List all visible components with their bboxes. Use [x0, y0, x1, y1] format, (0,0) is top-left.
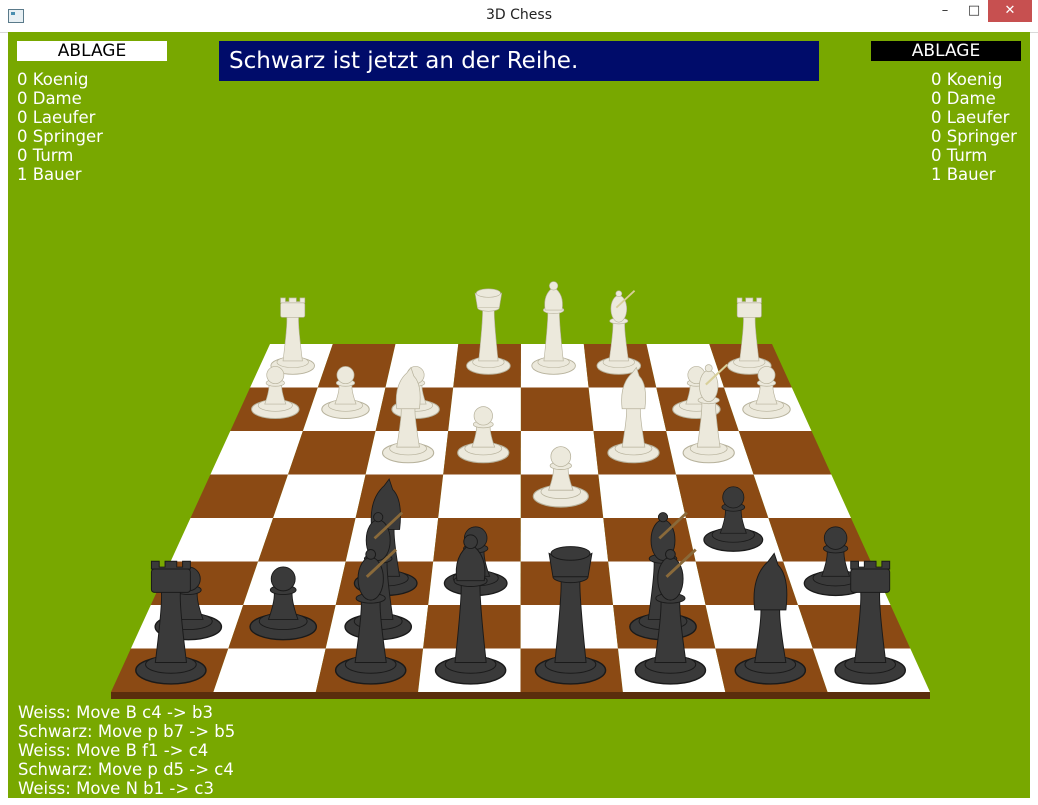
captured-counts-white: 0 Koenig 0 Dame 0 Laeufer 0 Springer 0 Turm 1… [17, 70, 103, 184]
board-square[interactable] [288, 431, 376, 475]
move-log-entry: Weiss: Move B f1 -> c4 [18, 741, 209, 760]
captured-tray-white-label: ABLAGE [17, 41, 167, 61]
white-king-piece[interactable] [466, 288, 511, 375]
white-rook-piece[interactable] [270, 297, 315, 375]
white-rook-piece[interactable] [727, 297, 772, 375]
white-bishop-piece[interactable] [596, 289, 642, 375]
window-titlebar: 3D Chess – □ ✕ [0, 0, 1038, 33]
board-square[interactable] [598, 474, 686, 519]
board-square[interactable] [798, 605, 911, 649]
window-title: 3D Chess [486, 7, 552, 23]
board-square[interactable] [170, 518, 274, 562]
board-square[interactable] [190, 474, 289, 519]
maximize-button[interactable]: □ [957, 0, 991, 22]
captured-count-item: 0 Koenig [931, 70, 1003, 89]
close-button[interactable]: ✕ [988, 0, 1032, 22]
board-square[interactable] [738, 431, 832, 475]
captured-count-item: 0 Laeufer [931, 108, 1010, 127]
move-log-entry: Schwarz: Move p d5 -> c4 [18, 760, 234, 779]
board-edge [111, 692, 930, 699]
status-banner: Schwarz ist jetzt an der Reihe. [219, 41, 819, 81]
board-square[interactable] [210, 431, 303, 475]
captured-count-item: 0 Dame [17, 89, 82, 108]
board-square[interactable] [258, 518, 356, 562]
captured-count-item: 0 Dame [931, 89, 996, 108]
board-square[interactable] [768, 518, 871, 562]
board-square[interactable] [753, 474, 851, 519]
captured-counts-black: 0 Koenig 0 Dame 0 Laeufer 0 Springer 0 Turm 1… [931, 70, 1017, 184]
move-log-entry: Weiss: Move N b1 -> c3 [18, 779, 214, 798]
board-square[interactable] [213, 648, 326, 693]
captured-count-item: 0 Springer [17, 127, 103, 146]
captured-count-item: 0 Laeufer [17, 108, 96, 127]
board-square[interactable] [603, 518, 696, 562]
game-viewport[interactable]: ABLAGE 0 Koenig 0 Dame 0 Laeufer 0 Springer… [8, 32, 1030, 798]
board-square[interactable] [676, 474, 769, 519]
move-log: Weiss: Move B c4 -> b3 Schwarz: Move p b7… [18, 703, 235, 798]
white-queen-piece[interactable] [531, 281, 576, 375]
board-square[interactable] [520, 387, 594, 432]
captured-tray-black-label: ABLAGE [871, 41, 1021, 61]
captured-count-item: 1 Bauer [931, 165, 996, 184]
board-square[interactable] [273, 474, 366, 519]
board-square[interactable] [438, 474, 521, 519]
captured-count-item: 0 Turm [17, 146, 74, 165]
captured-count-item: 0 Springer [931, 127, 1017, 146]
move-log-entry: Weiss: Move B c4 -> b3 [18, 703, 213, 722]
captured-count-item: 0 Turm [931, 146, 988, 165]
chess-board-3d[interactable] [8, 32, 1030, 798]
move-log-entry: Schwarz: Move p b7 -> b5 [18, 722, 236, 741]
captured-count-item: 0 Koenig [17, 70, 89, 89]
captured-count-item: 1 Bauer [17, 165, 82, 184]
